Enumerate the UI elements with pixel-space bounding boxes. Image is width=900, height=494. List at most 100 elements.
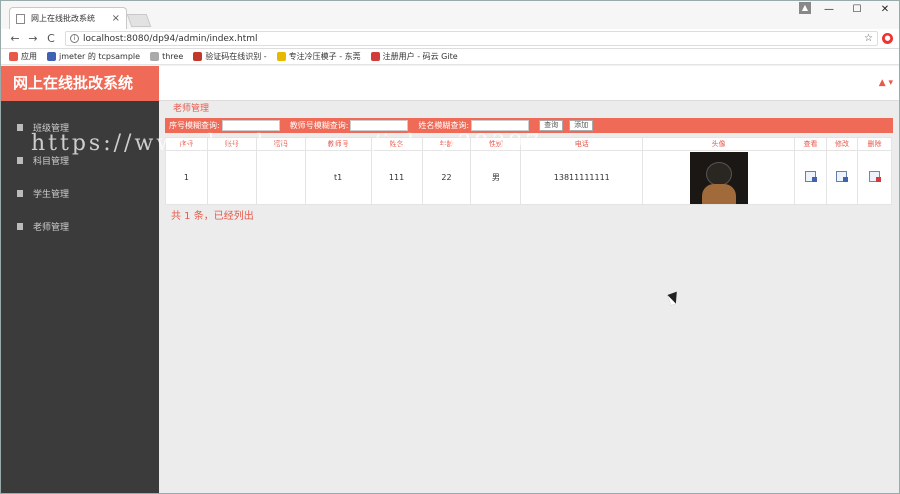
forward-button[interactable]: → (25, 32, 41, 45)
sidebar-item-student[interactable]: 学生管理 (1, 177, 159, 210)
close-tab-icon[interactable]: × (112, 13, 120, 24)
sidebar-item-subject[interactable]: 科目管理 (1, 144, 159, 177)
cell-gender: 男 (470, 150, 522, 205)
page-icon (16, 13, 25, 24)
bookmark-label: 应用 (21, 52, 37, 61)
app-header: ▲ ▾ (159, 66, 899, 101)
minimize-button[interactable]: — (815, 1, 843, 19)
bookmark-label: three (162, 52, 184, 61)
bookmark-favicon-icon (150, 52, 160, 61)
new-tab-button[interactable] (126, 14, 152, 27)
bookmark-favicon-icon (276, 52, 286, 61)
reload-button[interactable]: C (43, 32, 59, 45)
total-count: 共 1 条，已经列出 (171, 211, 254, 222)
col-header: 姓名 (370, 137, 423, 151)
add-button[interactable]: 添加 (569, 120, 594, 131)
cell-name: 111 (370, 150, 423, 205)
document-icon (17, 190, 23, 197)
table-header-row: 序号 账号 密码 教师号 姓名 年龄 性别 电话 头像 查看 修改 删除 (165, 137, 893, 151)
col-header: 教师号 (304, 137, 372, 151)
bookmark-label: jmeter 的 tcpsample (59, 52, 141, 61)
document-icon (17, 157, 23, 164)
cell-phone: 13811111111 (520, 150, 644, 205)
sidebar-item-label: 学生管理 (33, 190, 70, 200)
avatar-image (689, 151, 748, 204)
col-header: 修改 (825, 137, 858, 151)
search-input-teacher-no[interactable] (350, 120, 409, 131)
bookmark-label: 专注冷压模子 - 东莞 (288, 52, 361, 61)
col-header: 头像 (642, 137, 796, 151)
bookmark-item[interactable]: three (150, 52, 183, 61)
cell-age: 22 (421, 150, 472, 205)
bookmark-favicon-icon (193, 52, 203, 61)
table-row: 1 t1 111 22 男 13811111111 (165, 150, 893, 205)
browser-window: 网上在线批改系统 × ▲ — ☐ ✕ ← → C i localhost:808… (0, 0, 900, 494)
main-content: 老师管理 序号模糊查询: 教师号模糊查询: 姓名模糊查询: 查询 添加 序号 账… (165, 101, 893, 222)
back-button[interactable]: ← (7, 32, 23, 45)
bookmarks-bar: 应用 jmeter 的 tcpsample three 验证码在线识别 - 专注冷压模子… (1, 49, 899, 65)
cell-delete (856, 150, 893, 205)
apps-grid-icon (9, 52, 18, 61)
bookmark-label: 验证码在线识别 - (205, 52, 267, 61)
profile-icon[interactable]: ▲ (799, 2, 811, 14)
sidebar: 网上在线批改系统 班级管理 科目管理 学生管理 老师管理 (1, 66, 159, 493)
col-header: 查看 (794, 137, 827, 151)
bookmark-label: 注册用户 - 码云 Gite (382, 52, 458, 61)
col-header: 电话 (520, 137, 644, 151)
search-label-id: 序号模糊查询: (169, 121, 220, 130)
bookmark-item[interactable]: 验证码在线识别 - (193, 51, 267, 62)
cell-avatar (642, 150, 796, 205)
cell-view (794, 150, 827, 205)
col-header: 年龄 (421, 137, 472, 151)
col-header: 性别 (470, 137, 522, 151)
document-icon (17, 124, 23, 131)
cell-teacher-no: t1 (304, 150, 372, 205)
close-window-button[interactable]: ✕ (871, 1, 899, 19)
cell-password (255, 150, 306, 205)
col-header: 删除 (856, 137, 893, 151)
brand-title: 网上在线批改系统 (1, 66, 159, 101)
app-area: 网上在线批改系统 班级管理 科目管理 学生管理 老师管理 ▲ ▾ 老师管理 序号… (1, 66, 899, 493)
view-icon[interactable] (805, 171, 817, 182)
document-icon (17, 223, 23, 230)
teacher-table: 序号 账号 密码 教师号 姓名 年龄 性别 电话 头像 查看 修改 删除 1 t… (165, 137, 893, 205)
bookmark-item[interactable]: 注册用户 - 码云 Gite (370, 51, 458, 62)
search-label-teacher-no: 教师号模糊查询: (289, 121, 349, 130)
sidebar-item-label: 班级管理 (33, 124, 70, 134)
bookmark-star-icon[interactable]: ☆ (864, 33, 873, 44)
bookmark-favicon-icon (370, 52, 380, 61)
browser-tab[interactable]: 网上在线批改系统 × (9, 7, 127, 29)
cell-edit (825, 150, 858, 205)
delete-icon[interactable] (868, 171, 881, 182)
bookmark-favicon-icon (47, 52, 56, 61)
url-text: localhost:8080/dp94/admin/index.html (83, 33, 258, 44)
tab-title: 网上在线批改系统 (31, 14, 95, 23)
maximize-button[interactable]: ☐ (843, 1, 871, 19)
address-bar[interactable]: i localhost:8080/dp94/admin/index.html ☆ (65, 31, 878, 46)
bookmark-item[interactable]: jmeter 的 tcpsample (47, 51, 140, 62)
col-header: 序号 (165, 137, 208, 151)
edit-icon[interactable] (836, 171, 849, 182)
search-input-name[interactable] (471, 120, 530, 131)
col-header: 密码 (255, 137, 306, 151)
extension-icon[interactable]: ● (882, 33, 893, 44)
search-label-name: 姓名模糊查询: (418, 121, 470, 130)
title-bar: 网上在线批改系统 × ▲ — ☐ ✕ (1, 1, 899, 29)
user-menu-icon[interactable]: ▲ ▾ (879, 78, 893, 88)
bookmark-item[interactable]: 专注冷压模子 - 东莞 (276, 51, 361, 62)
browser-toolbar: ← → C i localhost:8080/dp94/admin/index.… (1, 29, 899, 49)
page-title: 老师管理 (173, 104, 210, 114)
bookmark-item[interactable]: 应用 (9, 51, 37, 62)
search-input-id[interactable] (221, 120, 280, 131)
sidebar-item-teacher[interactable]: 老师管理 (1, 210, 159, 243)
sidebar-item-class[interactable]: 班级管理 (1, 111, 159, 144)
search-bar: 序号模糊查询: 教师号模糊查询: 姓名模糊查询: 查询 添加 (165, 118, 893, 133)
sidebar-item-label: 老师管理 (33, 223, 70, 233)
window-controls: — ☐ ✕ (815, 1, 899, 19)
info-icon[interactable]: i (70, 34, 79, 43)
sidebar-item-label: 科目管理 (33, 157, 70, 167)
query-button[interactable]: 查询 (539, 120, 564, 131)
cell-id: 1 (165, 150, 208, 205)
cell-account (206, 150, 257, 205)
col-header: 账号 (206, 137, 257, 151)
